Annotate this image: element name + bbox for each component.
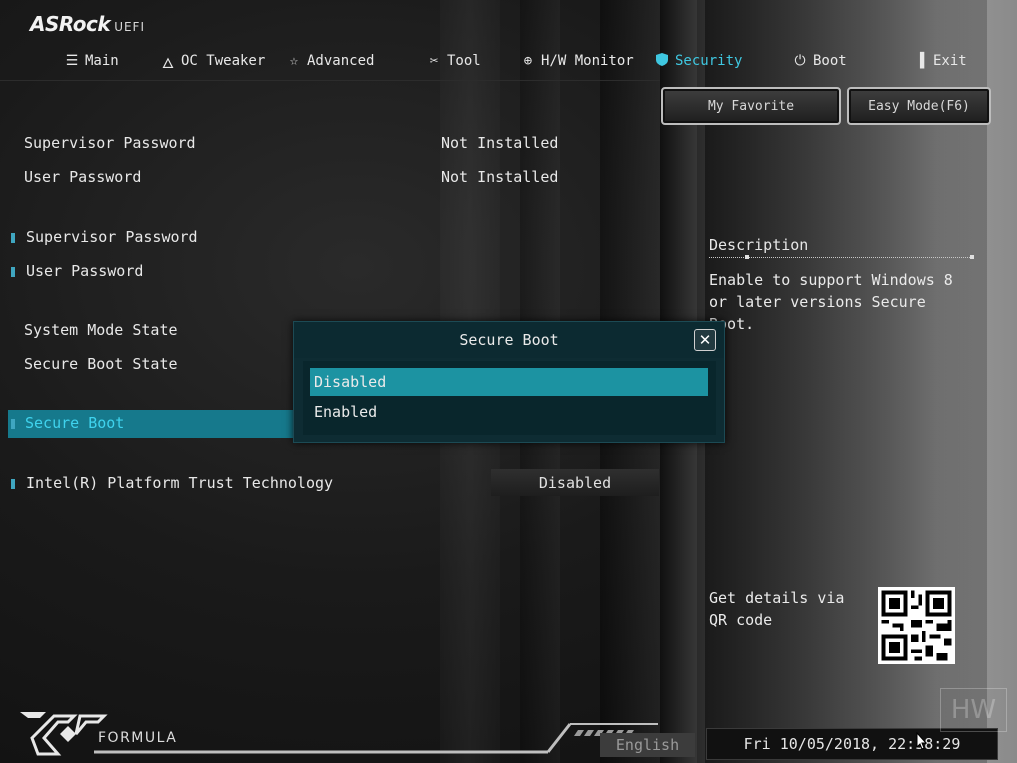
description-title: Description (709, 236, 809, 254)
description-text: Enable to support Windows 8 or later ver… (709, 271, 953, 333)
tab-label: Security (675, 53, 743, 69)
uefi-label: UEFI (114, 20, 145, 34)
tab-hw-monitor[interactable]: ⊕ H/W Monitor (520, 50, 634, 72)
secure-boot-dialog: Secure Boot ✕ Disabled Enabled (293, 321, 725, 443)
qr-caption: Get details via QR code (709, 589, 845, 629)
set-supervisor-password-item[interactable]: Supervisor Password (26, 228, 198, 246)
tab-security[interactable]: Security (654, 50, 742, 72)
tab-advanced[interactable]: ☆ Advanced (286, 50, 375, 72)
item-marker (11, 479, 15, 489)
asrock-logo: ASRock UEFI (30, 12, 145, 36)
crosshair-icon: ⊕ (523, 53, 533, 69)
tab-boot[interactable]: ⏻ Boot (792, 50, 847, 72)
watermark: HW (940, 688, 1007, 732)
flame-icon: 🜂 (161, 55, 175, 72)
dialog-options: Disabled Enabled (303, 361, 716, 435)
item-marker (11, 233, 15, 243)
option-label: Disabled (314, 373, 387, 391)
dialog-title: Secure Boot (459, 331, 559, 349)
secure-boot-item[interactable]: Secure Boot (8, 410, 293, 438)
header-divider (0, 80, 660, 81)
tab-label: Boot (813, 53, 847, 69)
option-enabled[interactable]: Enabled (310, 398, 708, 426)
datetime-display: Fri 10/05/2018, 22:38:29 (706, 728, 998, 760)
item-marker (11, 419, 15, 429)
ptt-label[interactable]: Intel(R) Platform Trust Technology (26, 474, 333, 492)
easy-mode-button[interactable]: Easy Mode(F6) (847, 87, 991, 125)
tab-label: OC Tweaker (181, 53, 266, 69)
my-favorite-button[interactable]: My Favorite (661, 87, 841, 125)
option-label: Enabled (314, 403, 378, 421)
system-mode-state-label: System Mode State (24, 321, 178, 339)
secure-boot-state-label: Secure Boot State (24, 355, 178, 373)
tab-label: Advanced (307, 53, 375, 69)
tab-main[interactable]: ☰ Main (64, 50, 119, 72)
tab-label: Exit (933, 53, 967, 69)
description-divider (709, 255, 974, 259)
language-selector[interactable]: English (600, 733, 695, 757)
supervisor-password-status-label: Supervisor Password (24, 134, 196, 152)
tab-oc-tweaker[interactable]: 🜂 OC Tweaker (160, 50, 265, 72)
supervisor-password-status-value: Not Installed (441, 134, 559, 152)
option-disabled[interactable]: Disabled (310, 368, 708, 396)
tab-label: Tool (447, 53, 481, 69)
mouse-cursor-icon (916, 731, 928, 754)
shield-icon (654, 52, 670, 71)
qr-code-icon (878, 587, 955, 664)
dialog-header: Secure Boot ✕ (294, 322, 724, 358)
close-icon[interactable]: ✕ (694, 329, 716, 351)
brand-name: ASRock (30, 12, 111, 36)
secure-boot-label: Secure Boot (25, 414, 125, 432)
tab-label: H/W Monitor (541, 53, 634, 69)
item-marker (11, 267, 15, 277)
tab-exit[interactable]: ▐ Exit (912, 50, 967, 72)
user-password-status-value: Not Installed (441, 168, 559, 186)
tab-label: Main (85, 53, 119, 69)
tab-tool[interactable]: ✂ Tool (426, 50, 481, 72)
user-password-status-label: User Password (24, 168, 142, 186)
formula-label: FORMULA (98, 730, 178, 746)
star-icon: ☆ (289, 53, 299, 69)
tools-icon: ✂ (429, 53, 439, 69)
set-user-password-item[interactable]: User Password (26, 262, 143, 280)
main-tabs: ☰ Main 🜂 OC Tweaker ☆ Advanced ✂ Tool ⊕ … (0, 50, 1017, 72)
ptt-value-dropdown[interactable]: Disabled (491, 469, 659, 496)
list-icon: ☰ (65, 53, 79, 69)
exit-door-icon: ▐ (915, 53, 925, 69)
power-icon: ⏻ (794, 53, 806, 69)
